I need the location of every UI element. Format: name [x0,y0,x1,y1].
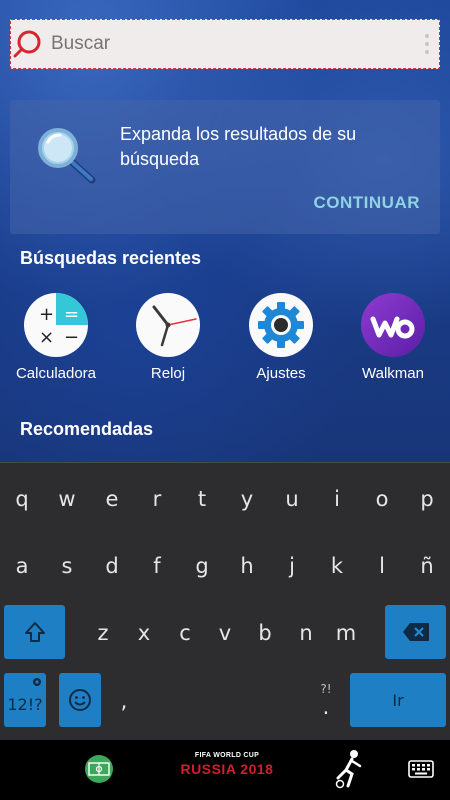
key[interactable]: o [362,471,402,527]
emoji-icon [69,689,91,711]
key[interactable]: b [245,605,285,661]
key[interactable]: a [2,538,42,594]
svg-text:−: − [64,327,79,348]
key[interactable]: f [137,538,177,594]
key[interactable]: h [227,538,267,594]
key[interactable]: ñ [407,538,447,594]
key[interactable]: q [2,471,42,527]
key[interactable]: g [182,538,222,594]
key[interactable]: k [317,538,357,594]
recent-searches-title: Búsquedas recientes [20,248,202,268]
key[interactable]: n [286,605,326,661]
app-calculator[interactable]: + = × − Calculadora [0,293,112,382]
svg-text:=: = [64,304,79,325]
period-label: . [322,695,330,719]
app-clock[interactable]: Reloj [112,293,224,382]
expand-results-card: Expanda los resultados de su búsqueda CO… [10,100,440,234]
app-label: Ajustes [256,365,306,382]
search-bar[interactable] [10,19,440,69]
shift-arrow-icon [24,622,45,642]
key[interactable]: j [272,538,312,594]
recent-apps-row: + = × − Calculadora Reloj Ajustes Walkma… [0,293,450,393]
app-walkman[interactable]: Walkman [337,293,449,382]
key[interactable]: w [47,471,87,527]
symbols-key-label: 12!? [7,694,43,714]
magnifier-icon [36,126,106,193]
period-key[interactable]: ?! . [306,673,346,729]
emoji-key[interactable] [59,673,101,727]
search-input[interactable] [51,33,415,55]
key[interactable]: v [205,605,245,661]
world-cup-logo-top: FIFA WORLD CUP [194,752,260,759]
key[interactable]: i [317,471,357,527]
key[interactable]: r [137,471,177,527]
app-label: Calculadora [15,365,97,382]
keyboard-switch-icon[interactable] [408,760,434,783]
key[interactable]: y [227,471,267,527]
clock-icon [136,293,200,357]
key[interactable]: d [92,538,132,594]
app-label: Reloj [150,365,186,382]
space-key[interactable] [148,673,300,729]
app-settings[interactable]: Ajustes [225,293,337,382]
shift-key[interactable] [4,605,65,659]
key[interactable]: t [182,471,222,527]
key[interactable]: p [407,471,447,527]
on-screen-keyboard: q w e r t y u i o p a s d f g h j k l ñ … [0,462,450,740]
walkman-icon [361,293,425,357]
symbols-key[interactable]: 12!? [4,673,46,727]
search-icon [11,19,51,69]
key[interactable]: z [83,605,123,661]
key[interactable]: u [272,471,312,527]
key[interactable]: l [362,538,402,594]
key[interactable]: e [92,471,132,527]
go-key[interactable]: Ir [350,673,446,727]
key[interactable]: x [124,605,164,661]
svg-text:+: + [39,304,54,325]
football-pitch-icon[interactable] [84,754,114,789]
football-player-icon[interactable] [332,748,366,795]
settings-gear-icon [249,293,313,357]
period-hint: ?! [320,682,332,696]
world-cup-logo-main: RUSSIA 2018 [180,761,274,777]
app-label: Walkman [362,365,424,382]
comma-key[interactable]: , [104,673,144,729]
more-options-icon[interactable] [415,19,439,69]
svg-text:×: × [39,327,54,348]
key[interactable]: s [47,538,87,594]
navigation-bar: FIFA WORLD CUP RUSSIA 2018 [0,740,450,800]
continue-button[interactable]: CONTINUAR [314,193,421,213]
key[interactable]: c [165,605,205,661]
recommended-title: Recomendadas [20,419,154,439]
backspace-key[interactable] [385,605,446,659]
key[interactable]: m [326,605,366,661]
world-cup-logo[interactable]: FIFA WORLD CUP RUSSIA 2018 [172,752,282,777]
backspace-icon [402,623,429,641]
expand-results-text: Expanda los resultados de su búsqueda [120,124,357,169]
settings-gear-small-icon [33,678,41,686]
calculator-icon: + = × − [24,293,88,357]
